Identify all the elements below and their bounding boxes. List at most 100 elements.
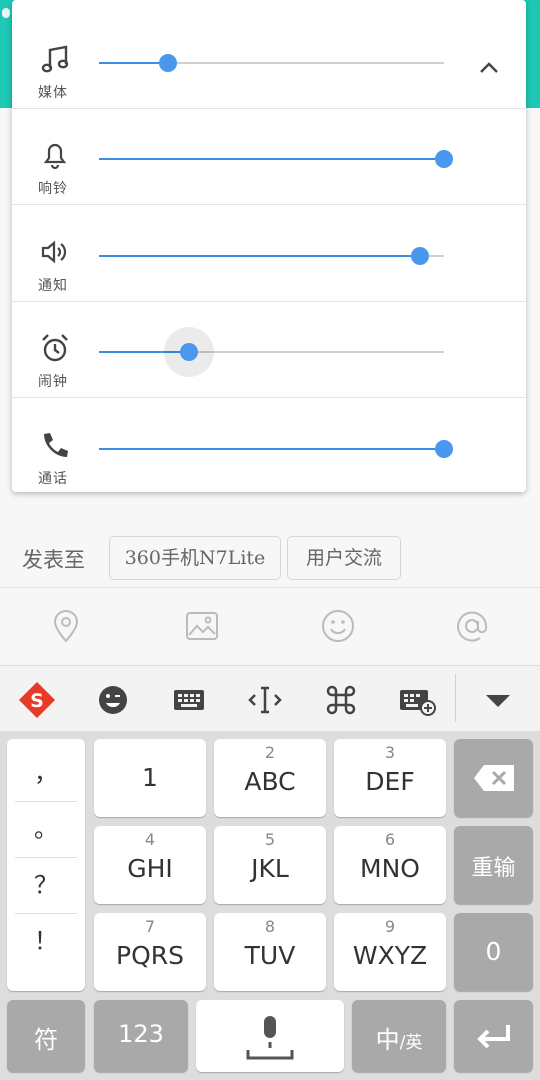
command-icon[interactable] <box>321 680 361 720</box>
keyboard-toolbar: S <box>0 665 540 732</box>
volume-label-ringtone: 响铃 <box>38 181 68 197</box>
key-number: 9 <box>384 917 396 936</box>
cursor-move-icon[interactable] <box>245 680 285 720</box>
slider-thumb[interactable] <box>179 343 198 361</box>
volume-slider-media[interactable] <box>99 54 444 72</box>
slider-fill <box>99 448 444 450</box>
speaker-icon <box>38 235 72 269</box>
enter-button[interactable] <box>454 1000 533 1072</box>
emoji-icon[interactable] <box>320 608 356 644</box>
volume-slider-call[interactable] <box>99 440 453 458</box>
slider-thumb[interactable] <box>435 440 453 458</box>
chevron-up-icon <box>480 62 498 73</box>
retype-button[interactable]: 重输 <box>454 826 533 904</box>
key-number: 5 <box>264 830 276 849</box>
volume-row-notification: 通知 <box>12 205 526 302</box>
status-indicator <box>2 8 10 18</box>
key-label: 1 <box>142 763 158 792</box>
language-label: 中/英 <box>352 1020 446 1055</box>
punct-key-question[interactable]: ？ <box>15 857 77 914</box>
key-label: 符 <box>34 1026 58 1054</box>
key-number: 2 <box>264 743 276 762</box>
location-pin-icon[interactable] <box>48 608 84 644</box>
phone-icon <box>38 428 72 462</box>
key-label: JKL <box>251 854 289 883</box>
volume-row-ringtone: 响铃 <box>12 108 526 205</box>
volume-label-call: 通话 <box>38 471 68 487</box>
microphone-icon <box>246 1016 294 1060</box>
key-number: 4 <box>144 830 156 849</box>
post-target-chip-device[interactable]: 360手机N7Lite <box>109 536 281 580</box>
keyboard-icon[interactable] <box>169 680 209 720</box>
key-number: 6 <box>384 830 396 849</box>
key-3-def[interactable]: 3 DEF <box>334 739 446 817</box>
language-switch-button[interactable]: 中/英 <box>352 1000 446 1072</box>
key-8-tuv[interactable]: 8 TUV <box>214 913 326 991</box>
volume-row-alarm: 闹钟 <box>12 301 526 398</box>
key-2-abc[interactable]: 2 ABC <box>214 739 326 817</box>
key-label: 重输 <box>471 856 516 881</box>
volume-label-media: 媒体 <box>38 85 68 101</box>
image-icon[interactable] <box>184 608 220 644</box>
numbers-button[interactable]: 123 <box>94 1000 188 1072</box>
punct-key-comma[interactable]: ， <box>15 745 77 802</box>
key-label: WXYZ <box>352 941 428 970</box>
backspace-icon <box>474 765 514 791</box>
collapse-keyboard-icon[interactable] <box>478 680 518 720</box>
slider-thumb[interactable] <box>435 150 453 168</box>
slider-fill <box>99 62 168 64</box>
key-4-ghi[interactable]: 4 GHI <box>94 826 206 904</box>
lang-main: 中 <box>375 1026 400 1054</box>
key-7-pqrs[interactable]: 7 PQRS <box>94 913 206 991</box>
key-5-jkl[interactable]: 5 JKL <box>214 826 326 904</box>
volume-panel: 媒体 响铃 通知 闹钟 通话 <box>12 0 526 492</box>
key-1[interactable]: 1 <box>94 739 206 817</box>
post-target-chip-forum[interactable]: 用户交流 <box>287 536 401 580</box>
key-label: 123 <box>118 1020 164 1048</box>
lang-alt: /英 <box>399 1033 423 1053</box>
punct-key-period[interactable]: 。 <box>15 801 77 858</box>
key-number: 7 <box>144 917 156 936</box>
volume-slider-ringtone[interactable] <box>99 150 453 168</box>
slider-fill <box>99 158 444 160</box>
key-number: 8 <box>264 917 276 936</box>
music-note-icon <box>38 42 72 76</box>
toolbar-separator <box>455 674 456 722</box>
symbols-button[interactable]: 符 <box>7 1000 85 1072</box>
backspace-button[interactable] <box>454 739 533 817</box>
t9-keyboard: ， 。 ？ ！ 1 2 ABC 3 DEF 4 GHI 5 JKL 6 MNO … <box>0 731 540 1080</box>
key-6-mno[interactable]: 6 MNO <box>334 826 446 904</box>
emoji-face-icon[interactable] <box>93 680 133 720</box>
key-label: 0 <box>485 937 502 966</box>
key-label: MNO <box>360 854 420 883</box>
punct-key-exclamation[interactable]: ！ <box>15 913 77 969</box>
volume-slider-notification[interactable] <box>99 247 444 265</box>
voice-input-button[interactable] <box>196 1000 344 1072</box>
key-label: DEF <box>365 767 415 796</box>
at-icon[interactable] <box>454 608 490 644</box>
post-to-section: 发表至 360手机N7Lite 用户交流 <box>0 530 540 586</box>
key-label: ABC <box>244 767 296 796</box>
key-label: GHI <box>127 854 173 883</box>
slider-fill <box>99 255 420 257</box>
key-9-wxyz[interactable]: 9 WXYZ <box>334 913 446 991</box>
volume-row-media: 媒体 <box>12 12 526 109</box>
volume-label-alarm: 闹钟 <box>38 374 68 390</box>
slider-thumb[interactable] <box>159 54 177 72</box>
bell-icon <box>38 138 72 172</box>
volume-row-call: 通话 <box>12 398 526 494</box>
collapse-panel-button[interactable] <box>472 52 506 86</box>
post-to-label: 发表至 <box>22 548 85 572</box>
alarm-clock-icon <box>38 331 72 365</box>
key-number: 3 <box>384 743 396 762</box>
volume-slider-alarm[interactable] <box>99 327 444 377</box>
sogou-logo-icon[interactable]: S <box>17 680 57 720</box>
enter-icon <box>477 1025 510 1049</box>
punctuation-column: ， 。 ？ ！ <box>7 739 85 991</box>
keyboard-settings-icon[interactable] <box>397 680 437 720</box>
key-label: PQRS <box>116 941 184 970</box>
key-label: TUV <box>244 941 296 970</box>
compose-toolbar <box>0 588 540 664</box>
key-0[interactable]: 0 <box>454 913 533 991</box>
slider-thumb[interactable] <box>410 247 429 265</box>
